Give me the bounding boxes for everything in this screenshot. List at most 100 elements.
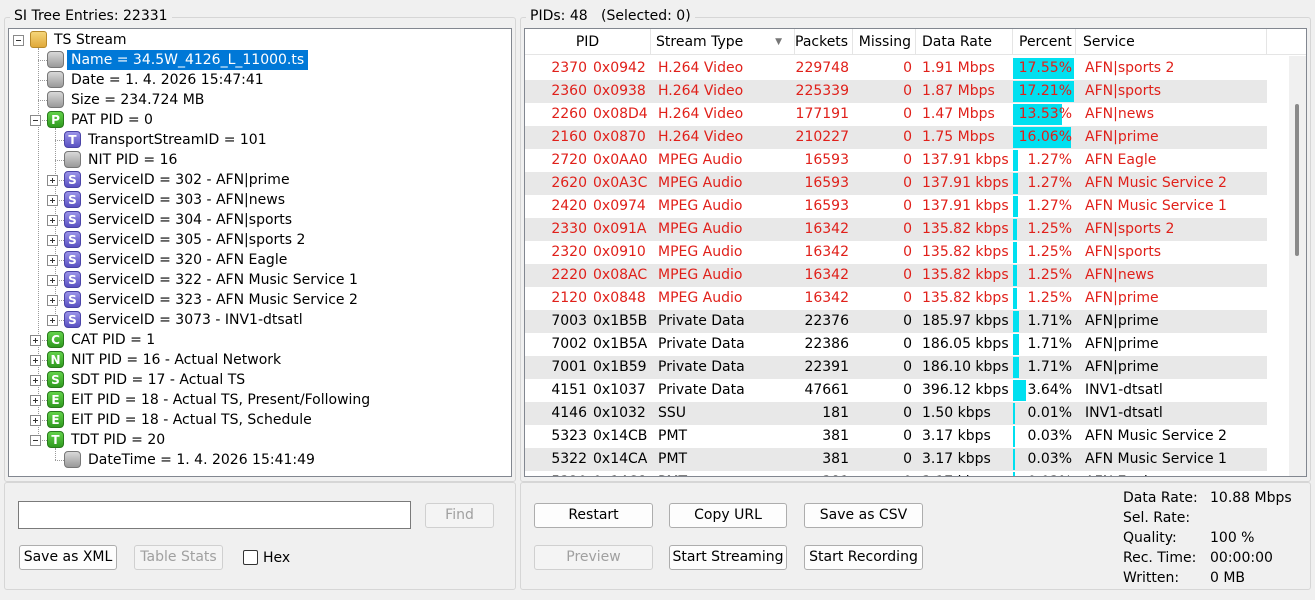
start-recording-button[interactable]: Start Recording (804, 545, 923, 570)
tree-item[interactable]: P PAT PID = 0 (9, 110, 511, 130)
table-row[interactable]: 4151 0x1037 Private Data 47661 0 396.12 kbps 3… (525, 379, 1267, 402)
green-node-icon: C (47, 331, 64, 348)
expand-icon[interactable] (47, 255, 58, 266)
tree-item[interactable]: Name = 34.5W_4126_L_11000.ts (9, 50, 511, 70)
expand-icon[interactable] (47, 215, 58, 226)
tree-item[interactable]: S ServiceID = 305 - AFN|sports 2 (9, 230, 511, 250)
header-data-rate[interactable]: Data Rate (916, 29, 1013, 55)
collapse-icon[interactable] (30, 115, 41, 126)
table-row[interactable]: 7003 0x1B5B Private Data 22376 0 185.97 kbps 1… (525, 310, 1267, 333)
tree-item[interactable]: NIT PID = 16 (9, 150, 511, 170)
scrollbar-thumb[interactable] (1295, 104, 1299, 256)
tree-item[interactable]: N NIT PID = 16 - Actual Network (9, 350, 511, 370)
table-row[interactable]: 4146 0x1032 SSU 181 0 1.50 kbps 0.01% INV1-dtsa… (525, 402, 1267, 425)
table-row[interactable]: 2620 0x0A3C MPEG Audio 16593 0 137.91 kbps 1.2… (525, 172, 1267, 195)
header-missing[interactable]: Missing (853, 29, 916, 55)
cell-packets: 16593 (804, 152, 849, 168)
tree-item[interactable]: S ServiceID = 302 - AFN|prime (9, 170, 511, 190)
percent-value: 1.25% (1027, 267, 1072, 283)
expand-icon[interactable] (47, 275, 58, 286)
restart-button[interactable]: Restart (534, 503, 653, 528)
tree-item[interactable]: S ServiceID = 322 - AFN Music Service 1 (9, 270, 511, 290)
cell-pid: 2330 (551, 221, 587, 237)
tree-item-label: ServiceID = 305 - AFN|sports 2 (88, 232, 306, 248)
expand-icon[interactable] (47, 195, 58, 206)
header-packets[interactable]: Packets (795, 29, 853, 55)
save-as-csv-button[interactable]: Save as CSV (804, 503, 923, 528)
expand-icon[interactable] (47, 175, 58, 186)
search-input[interactable] (18, 501, 411, 529)
header-percent[interactable]: Percent (1013, 29, 1076, 55)
table-row[interactable]: 2330 0x091A MPEG Audio 16342 0 135.82 kbps 1.2… (525, 218, 1267, 241)
percent-value: 1.25% (1027, 244, 1072, 260)
collapse-icon[interactable] (13, 35, 24, 46)
hex-checkbox[interactable] (243, 550, 258, 565)
expand-icon[interactable] (30, 355, 41, 366)
tree-item[interactable]: Size = 234.724 MB (9, 90, 511, 110)
table-row[interactable]: 2360 0x0938 H.264 Video 225339 0 1.87 Mbps 17.… (525, 80, 1267, 103)
table-row[interactable]: 2160 0x0870 H.264 Video 210227 0 1.75 Mbps 16.… (525, 126, 1267, 149)
tree-item[interactable]: E EIT PID = 18 - Actual TS, Present/Follo… (9, 390, 511, 410)
table-row[interactable]: 2320 0x0910 MPEG Audio 16342 0 135.82 kbps 1.2… (525, 241, 1267, 264)
tree-item[interactable]: S SDT PID = 17 - Actual TS (9, 370, 511, 390)
table-row[interactable]: 7002 0x1B5A Private Data 22386 0 186.05 kbps 1… (525, 333, 1267, 356)
gray-node-icon (64, 151, 81, 168)
table-scrollbar[interactable] (1289, 56, 1306, 476)
cell-service: AFN|sports (1085, 244, 1162, 260)
folder-icon (30, 31, 47, 48)
expand-icon[interactable] (47, 295, 58, 306)
table-row[interactable]: 2220 0x08AC MPEG Audio 16342 0 135.82 kbps 1.2… (525, 264, 1267, 287)
tree-item[interactable]: C CAT PID = 1 (9, 330, 511, 350)
table-row[interactable]: 53200x14C8PMT38103.17 kbps0.03%AFN Eagle (525, 471, 1267, 476)
table-stats-button[interactable]: Table Stats (134, 545, 223, 570)
expand-icon[interactable] (47, 315, 58, 326)
gray-node-icon (47, 51, 64, 68)
find-button[interactable]: Find (425, 503, 494, 528)
copy-url-button[interactable]: Copy URL (669, 503, 787, 528)
expand-icon[interactable] (47, 235, 58, 246)
tree-item[interactable]: S ServiceID = 323 - AFN Music Service 2 (9, 290, 511, 310)
table-row[interactable]: 2120 0x0848 MPEG Audio 16342 0 135.82 kbps 1.2… (525, 287, 1267, 310)
tree-item[interactable]: T TDT PID = 20 (9, 430, 511, 450)
tree-item[interactable]: E EIT PID = 18 - Actual TS, Schedule (9, 410, 511, 430)
cell-type: MPEG Audio (658, 198, 743, 214)
table-row[interactable]: 5323 0x14CB PMT 381 0 3.17 kbps 0.03% AFN Music… (525, 425, 1267, 448)
table-row[interactable]: 2420 0x0974 MPEG Audio 16593 0 137.91 kbps 1.2… (525, 195, 1267, 218)
si-tree[interactable]: TS Stream Name = 34.5W_4126_L_11000.ts Dat… (8, 28, 512, 477)
preview-button[interactable]: Preview (534, 545, 653, 570)
expand-icon[interactable] (30, 415, 41, 426)
expand-icon[interactable] (30, 375, 41, 386)
tree-item[interactable]: TS Stream (9, 30, 511, 50)
cell-rate: 135.82 kbps (922, 221, 1009, 237)
table-row[interactable]: 2720 0x0AA0 MPEG Audio 16593 0 137.91 kbps 1.2… (525, 149, 1267, 172)
tree-item[interactable]: S ServiceID = 304 - AFN|sports (9, 210, 511, 230)
tree-item[interactable]: S ServiceID = 303 - AFN|news (9, 190, 511, 210)
tree-item[interactable]: Date = 1. 4. 2026 15:47:41 (9, 70, 511, 90)
collapse-icon[interactable] (30, 435, 41, 446)
table-row[interactable]: 5322 0x14CA PMT 381 0 3.17 kbps 0.03% AFN Music… (525, 448, 1267, 471)
cell-rate: 185.97 kbps (922, 313, 1009, 329)
expand-icon[interactable] (30, 395, 41, 406)
start-streaming-button[interactable]: Start Streaming (669, 545, 787, 570)
header-pid[interactable]: PID (525, 29, 651, 55)
expand-icon[interactable] (30, 335, 41, 346)
tree-item[interactable]: S ServiceID = 320 - AFN Eagle (9, 250, 511, 270)
table-row[interactable]: 2370 0x0942 H.264 Video 229748 0 1.91 Mbps 17.… (525, 57, 1267, 80)
cell-service: AFN|prime (1085, 129, 1159, 145)
cell-hex: 0x1B5B (593, 313, 648, 329)
tree-item-label: EIT PID = 18 - Actual TS, Present/Follow… (71, 392, 371, 408)
table-row[interactable]: 2260 0x08D4 H.264 Video 177191 0 1.47 Mbps 13.… (525, 103, 1267, 126)
header-stream-type[interactable]: Stream Type ▼ (651, 29, 795, 55)
tree-item[interactable]: DateTime = 1. 4. 2026 15:41:49 (9, 450, 511, 470)
cell-missing: 0 (903, 336, 912, 352)
tree-item[interactable]: T TransportStreamID = 101 (9, 130, 511, 150)
table-row[interactable]: 7001 0x1B59 Private Data 22391 0 186.10 kbps 1… (525, 356, 1267, 379)
header-service[interactable]: Service (1076, 29, 1267, 55)
save-as-xml-button[interactable]: Save as XML (19, 545, 117, 570)
pid-table[interactable]: PID Stream Type ▼ Packets Missing Data Ra… (524, 28, 1307, 477)
cell-packets: 22386 (804, 336, 849, 352)
tree-item[interactable]: S ServiceID = 3073 - INV1-dtsatl (9, 310, 511, 330)
cell-percent: 1.71% (1013, 356, 1076, 379)
cell-percent: 3.64% (1013, 379, 1076, 402)
green-node-icon: N (47, 351, 64, 368)
